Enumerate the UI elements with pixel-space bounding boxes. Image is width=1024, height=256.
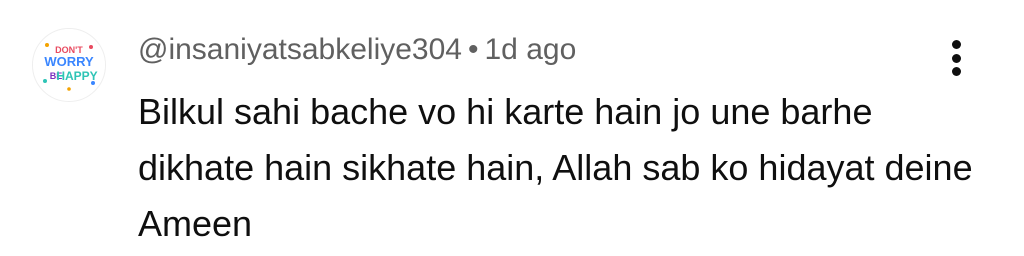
comment-item: DON'T WORRY BE HAPPY @insaniyatsabkeliye… xyxy=(0,0,1024,256)
more-dot-top xyxy=(951,40,961,49)
author-handle[interactable]: @insaniyatsabkeliye304 xyxy=(138,33,462,66)
comment-text: Bilkul sahi bache vo hi karte hain jo un… xyxy=(138,91,973,244)
more-dot-middle xyxy=(951,53,961,63)
avatar[interactable]: DON'T WORRY BE HAPPY xyxy=(32,28,106,102)
comment-time[interactable]: 1d ago xyxy=(485,33,577,66)
more-dot-bottom xyxy=(951,67,961,76)
comment-meta: @insaniyatsabkeliye304 • 1d ago xyxy=(138,30,576,70)
dont-worry-be-happy-avatar-icon: DON'T WORRY BE HAPPY xyxy=(33,29,105,101)
svg-text:WORRY: WORRY xyxy=(44,54,94,69)
meta-separator: • xyxy=(467,33,479,66)
svg-text:HAPPY: HAPPY xyxy=(56,69,97,83)
more-vert-icon[interactable] xyxy=(936,36,976,80)
